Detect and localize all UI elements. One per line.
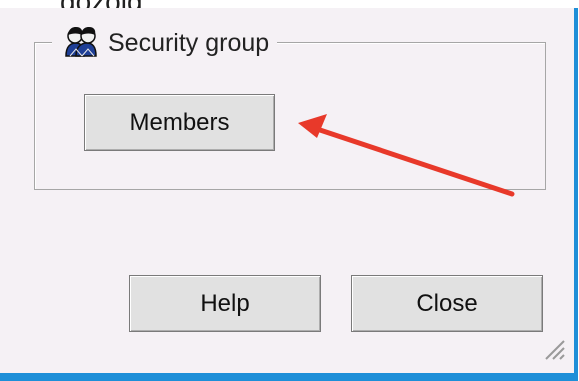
members-button[interactable]: Members [84,94,275,151]
screenshot-stage: gozoig. Security group Members Help Clos… [0,0,579,381]
security-group-label: Security group [108,28,270,57]
security-group-icon [65,27,97,57]
help-button[interactable]: Help [129,275,321,332]
security-group-legend: Security group [52,25,278,61]
resize-grip-icon[interactable] [540,335,568,363]
close-button[interactable]: Close [351,275,543,332]
dialog-window: Security group Members Help Close [0,8,578,381]
red-arrow-icon [298,114,515,197]
